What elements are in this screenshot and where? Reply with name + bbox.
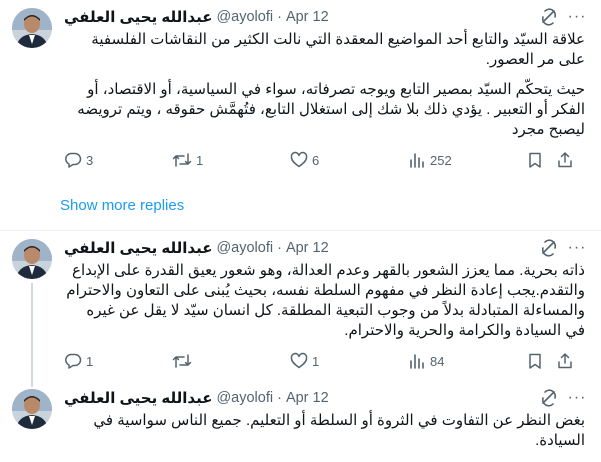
action-bar: 3 1 6 252 [64, 140, 591, 180]
reply-count: 1 [86, 353, 94, 369]
more-options-icon[interactable]: ··· [567, 7, 587, 27]
separator-dot: · [277, 240, 282, 256]
separator-dot: · [277, 390, 282, 406]
views-chart-icon [408, 352, 426, 370]
reply-icon [64, 151, 82, 169]
heart-icon [290, 151, 308, 169]
avatar[interactable] [12, 389, 52, 429]
views-chart-icon [408, 151, 426, 169]
tweet-date[interactable]: Apr 12 [286, 390, 329, 406]
like-button[interactable]: 6 [290, 151, 408, 169]
like-button[interactable]: 1 [290, 352, 408, 370]
views-button[interactable]: 84 [408, 352, 526, 370]
tweet-1[interactable]: عبدالله يحيى العلفي @ayolofi · Apr 12 ··… [0, 0, 601, 180]
tweet-body: عبدالله يحيى العلفي @ayolofi · Apr 12 ··… [56, 6, 591, 180]
share-button[interactable] [556, 352, 586, 370]
retweet-button[interactable]: 1 [172, 151, 290, 169]
share-icon [556, 151, 574, 169]
avatar-column [12, 387, 56, 451]
tweet-3[interactable]: عبدالله يحيى العلفي @ayolofi · Apr 12 ··… [0, 381, 601, 451]
reply-icon [64, 352, 82, 370]
reply-button[interactable]: 1 [64, 352, 172, 370]
author-handle[interactable]: @ayolofi [216, 390, 273, 406]
avatar[interactable] [12, 8, 52, 48]
grok-icon[interactable] [539, 388, 559, 408]
action-bar: 1 1 84 [64, 341, 591, 381]
tweet-date[interactable]: Apr 12 [286, 9, 329, 25]
tweet-paragraph: علاقة السيّد والتابع أحد المواضيع المعقد… [91, 31, 585, 68]
author-name[interactable]: عبدالله يحيى العلفي [64, 389, 212, 407]
bookmark-button[interactable] [526, 151, 556, 169]
tweet-paragraph: بغض النظر عن التفاوت في الثروة أو السلطة… [93, 412, 585, 449]
author-name[interactable]: عبدالله يحيى العلفي [64, 239, 212, 257]
retweet-button[interactable] [172, 352, 290, 370]
like-count: 1 [312, 353, 320, 369]
avatar-column [12, 6, 56, 180]
separator-dot: · [277, 9, 282, 25]
more-options-icon[interactable]: ··· [567, 388, 587, 408]
tweet-date[interactable]: Apr 12 [286, 240, 329, 256]
tweet-text: علاقة السيّد والتابع أحد المواضيع المعقد… [64, 30, 591, 140]
share-button[interactable] [556, 151, 586, 169]
reply-thread: عبدالله يحيى العلفي @ayolofi · Apr 12 ··… [0, 0, 601, 462]
more-options-icon[interactable]: ··· [567, 238, 587, 258]
tweet-text: ذاته بحرية. مما يعزز الشعور بالقهر وعدم … [64, 261, 591, 341]
author-handle[interactable]: @ayolofi [216, 240, 273, 256]
tweet-body: عبدالله يحيى العلفي @ayolofi · Apr 12 ··… [56, 237, 591, 381]
retweet-icon [172, 151, 192, 169]
retweet-count: 1 [196, 152, 204, 168]
like-count: 6 [312, 152, 320, 168]
tweet-header: عبدالله يحيى العلفي @ayolofi · Apr 12 ··… [64, 6, 591, 28]
avatar-column [12, 237, 56, 387]
author-name[interactable]: عبدالله يحيى العلفي [64, 8, 212, 26]
views-button[interactable]: 252 [408, 151, 526, 169]
bookmark-icon [526, 151, 544, 169]
tweet-paragraph: حيث يتحكّم السيّد بمصير التابع ويوجه تصر… [77, 81, 585, 138]
reply-button[interactable]: 3 [64, 151, 172, 169]
bookmark-button[interactable] [526, 352, 556, 370]
reply-count: 3 [86, 152, 94, 168]
tweet-2[interactable]: عبدالله يحيى العلفي @ayolofi · Apr 12 ··… [0, 231, 601, 387]
views-count: 252 [430, 152, 452, 168]
show-more-replies-link[interactable]: Show more replies [0, 180, 601, 231]
grok-icon[interactable] [539, 7, 559, 27]
tweet-header: عبدالله يحيى العلفي @ayolofi · Apr 12 ··… [64, 387, 591, 409]
heart-icon [290, 352, 308, 370]
grok-icon[interactable] [539, 238, 559, 258]
avatar[interactable] [12, 239, 52, 279]
views-count: 84 [430, 353, 445, 369]
author-handle[interactable]: @ayolofi [216, 9, 273, 25]
tweet-header: عبدالله يحيى العلفي @ayolofi · Apr 12 ··… [64, 237, 591, 259]
tweet-paragraph: ذاته بحرية. مما يعزز الشعور بالقهر وعدم … [66, 262, 585, 339]
share-icon [556, 352, 574, 370]
tweet-body: عبدالله يحيى العلفي @ayolofi · Apr 12 ··… [56, 387, 591, 451]
bookmark-icon [526, 352, 544, 370]
thread-connector-line [31, 283, 33, 387]
tweet-text: بغض النظر عن التفاوت في الثروة أو السلطة… [64, 411, 591, 451]
retweet-icon [172, 352, 192, 370]
